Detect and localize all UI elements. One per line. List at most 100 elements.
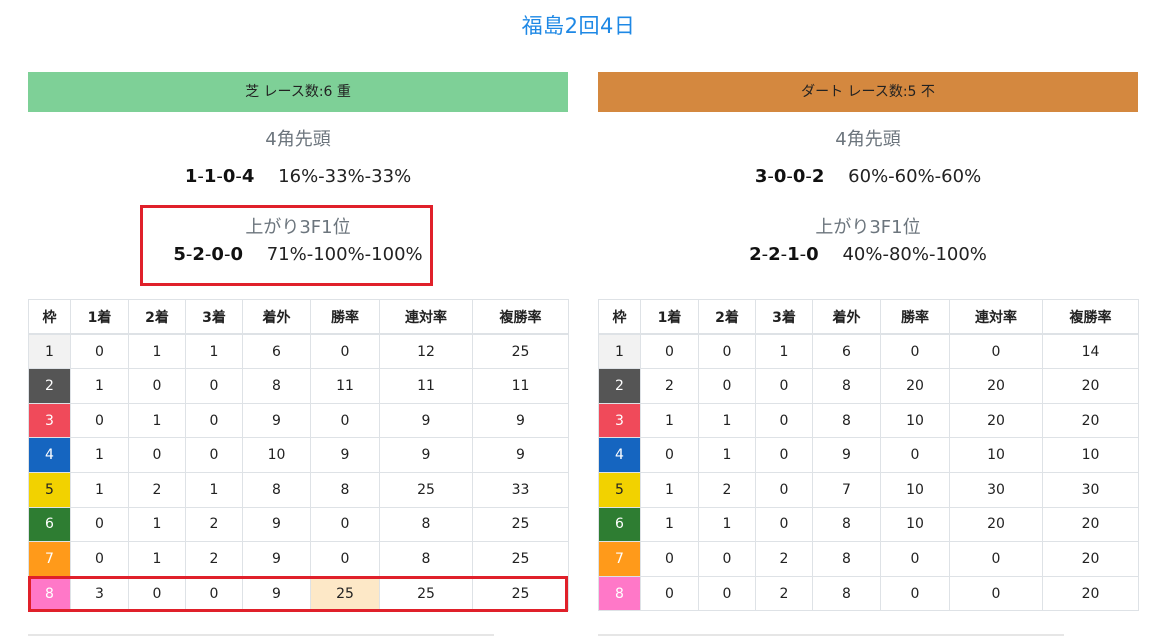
dirt-data-cell: 7 <box>812 471 881 508</box>
dirt-data-cell: 0 <box>880 437 950 473</box>
turf-data-cell: 1 <box>128 541 186 577</box>
turf-data-cell: 1 <box>70 471 129 508</box>
turf-data-cell: 10 <box>242 437 311 473</box>
dirt-data-cell: 0 <box>640 575 699 612</box>
turf-data-cell: 11 <box>379 368 473 404</box>
turf-waku-cell: 8 <box>28 575 71 612</box>
turf-data-cell: 12 <box>379 333 473 370</box>
turf-data-cell: 0 <box>70 541 129 577</box>
turf-data-cell: 9 <box>379 437 473 473</box>
dirt-data-cell: 20 <box>1042 541 1139 577</box>
dirt-corner-lead-label: 4角先頭 <box>835 129 901 150</box>
turf-data-cell: 0 <box>185 575 243 612</box>
turf-data-cell: 9 <box>242 575 311 612</box>
dirt-data-cell: 0 <box>880 575 950 612</box>
turf-col-header: 勝率 <box>310 299 380 336</box>
dirt-waku-cell: 2 <box>598 368 641 404</box>
dirt-last3f-label: 上がり3F1位 <box>815 217 921 238</box>
turf-data-cell: 1 <box>128 333 186 370</box>
dirt-waku-cell: 8 <box>598 575 641 612</box>
dirt-data-cell: 8 <box>812 575 881 612</box>
turf-data-cell: 9 <box>472 402 569 439</box>
dirt-data-cell: 20 <box>949 402 1043 439</box>
dirt-corner-lead-record: 3-0-0-2 <box>754 166 825 187</box>
turf-waku-cell: 6 <box>28 506 71 543</box>
turf-table-row: 1 0 1 1 6 0 12 25 <box>28 333 569 370</box>
turf-waku-cell: 4 <box>28 437 71 473</box>
dirt-col-header: 勝率 <box>880 299 950 336</box>
dirt-data-cell: 1 <box>755 333 813 370</box>
dirt-data-cell: 8 <box>812 541 881 577</box>
turf-waku-cell: 2 <box>28 368 71 404</box>
dirt-col-header: 複勝率 <box>1042 299 1139 336</box>
dirt-data-cell: 0 <box>880 333 950 370</box>
turf-header: 芝 レース数:6 重 <box>28 72 568 112</box>
dirt-data-cell: 0 <box>755 368 813 404</box>
turf-data-cell: 0 <box>310 402 380 439</box>
dirt-table-row: 5 1 2 0 7 10 30 30 <box>598 471 1139 508</box>
turf-data-cell: 8 <box>379 541 473 577</box>
turf-data-cell: 9 <box>242 506 311 543</box>
dirt-data-cell: 10 <box>880 506 950 543</box>
turf-data-cell: 0 <box>128 437 186 473</box>
dirt-table-row: 4 0 1 0 9 0 10 10 <box>598 437 1139 473</box>
dirt-table-row: 6 1 1 0 8 10 20 20 <box>598 506 1139 543</box>
turf-data-cell: 9 <box>310 437 380 473</box>
dirt-table-row: 3 1 1 0 8 10 20 20 <box>598 402 1139 439</box>
dirt-data-cell: 20 <box>1042 575 1139 612</box>
turf-corner-lead-label: 4角先頭 <box>265 129 331 150</box>
turf-col-header: 枠 <box>28 299 71 336</box>
turf-data-cell: 0 <box>310 506 380 543</box>
dirt-data-cell: 0 <box>755 437 813 473</box>
dirt-data-cell: 8 <box>812 368 881 404</box>
dirt-panel: ダート レース数:5 不 4角先頭 3-0-0-2 60%-60%-60% 上が… <box>598 72 1139 612</box>
turf-col-header: 2着 <box>128 299 186 336</box>
dirt-data-cell: 0 <box>949 541 1043 577</box>
dirt-last3f-record: 2-2-1-0 <box>749 244 819 265</box>
turf-data-cell: 8 <box>242 368 311 404</box>
turf-data-cell: 25 <box>472 333 569 370</box>
turf-data-cell: 0 <box>70 333 129 370</box>
dirt-data-cell: 20 <box>1042 368 1139 404</box>
dirt-col-header: 2着 <box>698 299 756 336</box>
turf-data-cell: 2 <box>185 541 243 577</box>
dirt-corner-lead-pct: 60%-60%-60% <box>848 166 982 187</box>
turf-data-cell: 8 <box>242 471 311 508</box>
turf-data-cell: 9 <box>379 402 473 439</box>
turf-data-cell: 6 <box>242 333 311 370</box>
dirt-data-cell: 20 <box>949 368 1043 404</box>
dirt-data-cell: 1 <box>640 506 699 543</box>
dirt-col-header: 枠 <box>598 299 641 336</box>
turf-data-cell: 1 <box>128 506 186 543</box>
dirt-data-cell: 20 <box>949 506 1043 543</box>
dirt-data-cell: 1 <box>698 506 756 543</box>
turf-col-header: 複勝率 <box>472 299 569 336</box>
turf-data-cell: 1 <box>128 402 186 439</box>
turf-corner-lead: 4角先頭 1-1-0-4 16%-33%-33% <box>28 128 568 190</box>
turf-corner-lead-value: 1-1-0-4 16%-33%-33% <box>28 164 568 190</box>
dirt-waku-cell: 4 <box>598 437 641 473</box>
dirt-waku-cell: 5 <box>598 471 641 508</box>
turf-data-cell: 2 <box>128 471 186 508</box>
turf-data-cell: 1 <box>70 437 129 473</box>
turf-col-header: 3着 <box>185 299 243 336</box>
dirt-data-cell: 0 <box>880 541 950 577</box>
turf-data-cell: 25 <box>472 541 569 577</box>
turf-data-cell: 9 <box>242 402 311 439</box>
dirt-data-cell: 10 <box>880 471 950 508</box>
dirt-data-cell: 6 <box>812 333 881 370</box>
dirt-data-cell: 30 <box>1042 471 1139 508</box>
turf-corner-lead-record: 1-1-0-4 <box>184 166 255 187</box>
turf-data-cell: 25 <box>472 575 569 612</box>
dirt-data-cell: 0 <box>698 541 756 577</box>
dirt-corner-lead: 4角先頭 3-0-0-2 60%-60%-60% <box>598 128 1138 190</box>
dirt-data-cell: 9 <box>812 437 881 473</box>
dirt-data-cell: 1 <box>640 471 699 508</box>
turf-data-cell: 0 <box>128 575 186 612</box>
dirt-waku-cell: 6 <box>598 506 641 543</box>
dirt-data-cell: 1 <box>640 402 699 439</box>
dirt-col-header: 1着 <box>640 299 699 336</box>
turf-data-cell: 0 <box>185 368 243 404</box>
dirt-table-row: 7 0 0 2 8 0 0 20 <box>598 541 1139 577</box>
turf-data-cell: 33 <box>472 471 569 508</box>
